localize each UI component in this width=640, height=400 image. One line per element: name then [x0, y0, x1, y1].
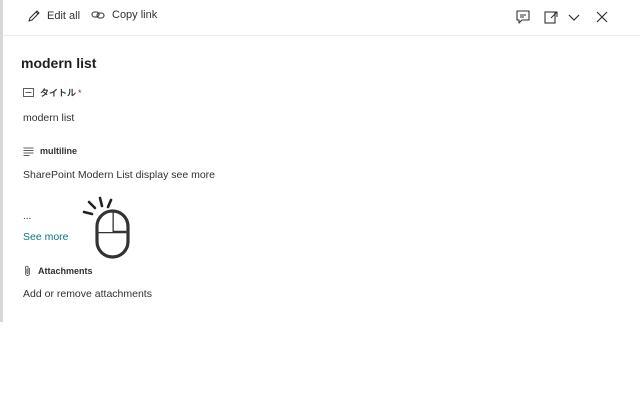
attachments-field-name: Attachments: [38, 266, 93, 276]
mouse-click-icon: [82, 196, 130, 259]
toolbar: Edit all Copy link: [3, 0, 640, 36]
title-field-name: タイトル: [40, 88, 77, 98]
attachments-label: Attachments: [23, 265, 93, 277]
open-panel-icon[interactable]: [543, 9, 559, 25]
link-icon: [91, 11, 105, 19]
title-field-label: タイトル *: [23, 86, 82, 99]
close-icon[interactable]: [594, 9, 610, 25]
paperclip-icon: [25, 265, 30, 276]
text-field-icon: [23, 88, 34, 97]
title-field-value[interactable]: modern list: [23, 112, 74, 124]
copy-link-label: Copy link: [112, 9, 158, 21]
multiline-text-icon: [23, 147, 34, 156]
pencil-icon: [28, 10, 40, 22]
comment-icon[interactable]: [515, 9, 531, 25]
edit-all-label: Edit all: [47, 10, 81, 22]
copy-link-button[interactable]: Copy link: [91, 9, 157, 21]
chevron-down-icon[interactable]: [566, 9, 582, 25]
multiline-field-value[interactable]: SharePoint Modern List display see more: [23, 169, 215, 181]
item-title: modern list: [21, 55, 97, 71]
multiline-ellipsis: ...: [23, 211, 32, 222]
required-marker: *: [78, 88, 82, 98]
add-attachments-link[interactable]: Add or remove attachments: [23, 288, 152, 300]
multiline-field-label: multiline: [23, 146, 77, 156]
edit-all-button[interactable]: Edit all: [27, 9, 80, 23]
multiline-field-name: multiline: [40, 146, 78, 156]
see-more-link[interactable]: See more: [23, 231, 69, 243]
left-panel-edge: [0, 0, 3, 322]
